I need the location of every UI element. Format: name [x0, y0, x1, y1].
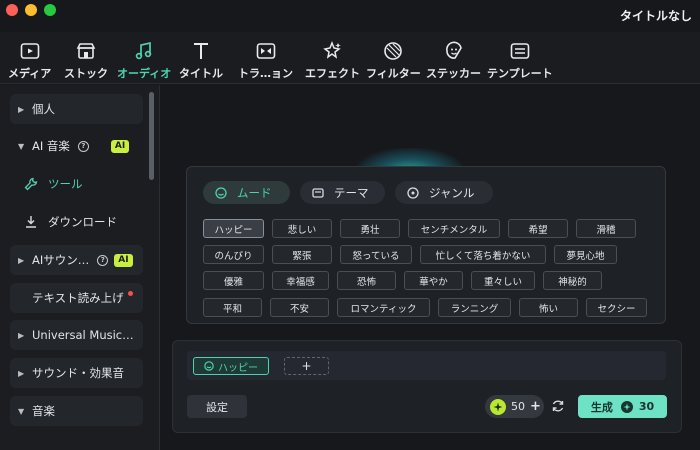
sidebar-item-download[interactable]: ダウンロード: [24, 209, 117, 235]
tab-mood[interactable]: ムード: [203, 181, 290, 204]
sidebar-item-label: ツール: [48, 177, 83, 191]
mood-chip[interactable]: のんびり: [203, 245, 264, 264]
sidebar-item-tool[interactable]: ツール: [24, 171, 83, 197]
sidebar-item-label: Universal Music…: [32, 328, 134, 342]
mood-chip[interactable]: 勇壮: [340, 219, 400, 238]
effect-icon: [321, 40, 345, 62]
credits-balance[interactable]: 50 +: [485, 395, 544, 418]
sidebar-item-label: 音楽: [32, 404, 55, 418]
zoom-window-button[interactable]: [44, 4, 56, 16]
mood-chip[interactable]: 緊張: [272, 245, 332, 264]
download-icon: [24, 215, 40, 229]
sidebar-item-label: 個人: [32, 102, 55, 116]
caret-right-icon: ▶: [18, 255, 25, 265]
mood-chip[interactable]: ハッピー: [203, 219, 264, 238]
tab-theme[interactable]: テーマ: [300, 181, 385, 204]
mood-chip[interactable]: 幸福感: [272, 271, 329, 290]
mood-icon: [204, 361, 214, 371]
mood-chip[interactable]: 悲しい: [272, 219, 332, 238]
toolbar-effect[interactable]: エフェクト: [305, 40, 360, 81]
mood-chip[interactable]: 神秘的: [543, 271, 602, 290]
sticker-icon: [442, 40, 466, 62]
notification-dot: [127, 290, 133, 296]
mood-chip[interactable]: センチメンタル: [408, 219, 500, 238]
theme-icon: [312, 187, 324, 199]
mood-chip[interactable]: 平和: [203, 298, 262, 317]
settings-button[interactable]: 設定: [187, 395, 247, 418]
sidebar-item-music[interactable]: ▼ 音楽: [10, 396, 143, 426]
close-window-button[interactable]: [6, 4, 18, 16]
caret-right-icon: ▶: [18, 104, 25, 114]
add-tag-button[interactable]: +: [284, 357, 329, 375]
mood-chip[interactable]: 希望: [508, 219, 568, 238]
mood-chip[interactable]: 忙しくて落ち着かない: [420, 245, 546, 264]
sidebar-item-ai-music[interactable]: ▼ AI 音楽 ? AI: [10, 131, 143, 161]
title-icon: [189, 40, 213, 62]
sidebar-item-tts[interactable]: テキスト読み上げ: [10, 283, 143, 313]
toolbar-stock[interactable]: ストック: [64, 40, 108, 81]
mood-chip[interactable]: 滑稽: [576, 219, 636, 238]
tab-genre[interactable]: ジャンル: [395, 181, 493, 204]
media-icon: [18, 40, 42, 62]
add-credits-icon[interactable]: +: [530, 399, 541, 414]
sidebar-item-ai-sound[interactable]: ▶ AIサウン… ? AI: [10, 245, 143, 275]
filter-icon: [381, 40, 405, 62]
caret-down-icon: ▼: [18, 141, 25, 151]
genre-icon: [407, 186, 419, 199]
toolbar-media[interactable]: メディア: [8, 40, 51, 81]
mood-chip[interactable]: 怖い: [519, 298, 578, 317]
selected-tag[interactable]: ハッピー: [193, 357, 269, 375]
mood-chip[interactable]: 華やか: [404, 271, 463, 290]
mood-chip[interactable]: 優雅: [203, 271, 264, 290]
mood-chip[interactable]: 夢見心地: [554, 245, 617, 264]
sidebar-item-label: テキスト読み上げ: [32, 291, 124, 305]
toolbar-template[interactable]: テンプレート: [487, 40, 553, 81]
credit-coin-icon: [620, 400, 633, 413]
toolbar-audio[interactable]: オーディオ: [117, 40, 171, 81]
sidebar-item-label: ダウンロード: [48, 215, 117, 229]
sidebar-item-personal[interactable]: ▶ 個人: [10, 94, 143, 124]
mood-chip[interactable]: 重々しい: [471, 271, 535, 290]
caret-right-icon: ▶: [18, 330, 25, 340]
transition-icon: [254, 40, 278, 62]
generate-button[interactable]: 生成 30: [578, 395, 667, 418]
sidebar-scrollbar[interactable]: [149, 92, 154, 180]
mood-chip[interactable]: ロマンティック: [337, 298, 430, 317]
mood-chip[interactable]: 怒っている: [340, 245, 412, 264]
sidebar-item-sound-effects[interactable]: ▶ サウンド・効果音: [10, 358, 143, 388]
sidebar-item-label: サウンド・効果音: [32, 366, 124, 380]
help-icon[interactable]: ?: [97, 254, 109, 266]
wrench-icon: [24, 177, 40, 191]
template-icon: [508, 40, 532, 62]
help-icon[interactable]: ?: [77, 140, 89, 152]
credit-coin-icon: [490, 398, 506, 415]
sidebar-item-label: AIサウン…: [32, 253, 90, 267]
minimize-window-button[interactable]: [25, 4, 37, 16]
mood-chip[interactable]: セクシー: [586, 298, 647, 317]
toolbar-filter[interactable]: フィルター: [366, 40, 421, 81]
toolbar-title[interactable]: タイトル: [179, 40, 223, 81]
stock-icon: [74, 40, 98, 62]
caret-right-icon: ▶: [18, 368, 25, 378]
toolbar-transition[interactable]: トラ…ョン: [238, 40, 293, 81]
main-toolbar: メディア ストック オーディオ タイトル トラ…ョン エフェクト フィルター ス…: [0, 32, 700, 84]
refresh-icon[interactable]: [550, 398, 566, 414]
window-title: タイトルなし: [619, 9, 692, 23]
mood-chip[interactable]: ランニング: [438, 298, 511, 317]
mood-chip[interactable]: 不安: [270, 298, 329, 317]
sidebar-item-universal-music[interactable]: ▶ Universal Music…: [10, 320, 143, 350]
mood-icon: [215, 186, 227, 199]
mood-chip[interactable]: 恐怖: [337, 271, 396, 290]
audio-icon: [132, 40, 156, 62]
sidebar-item-label: AI 音楽: [32, 139, 70, 153]
title-bar: タイトルなし: [0, 0, 700, 32]
ai-badge: AI: [114, 253, 133, 267]
toolbar-sticker[interactable]: ステッカー: [426, 40, 481, 81]
caret-down-icon: ▼: [18, 406, 25, 416]
ai-badge: AI: [110, 139, 130, 153]
